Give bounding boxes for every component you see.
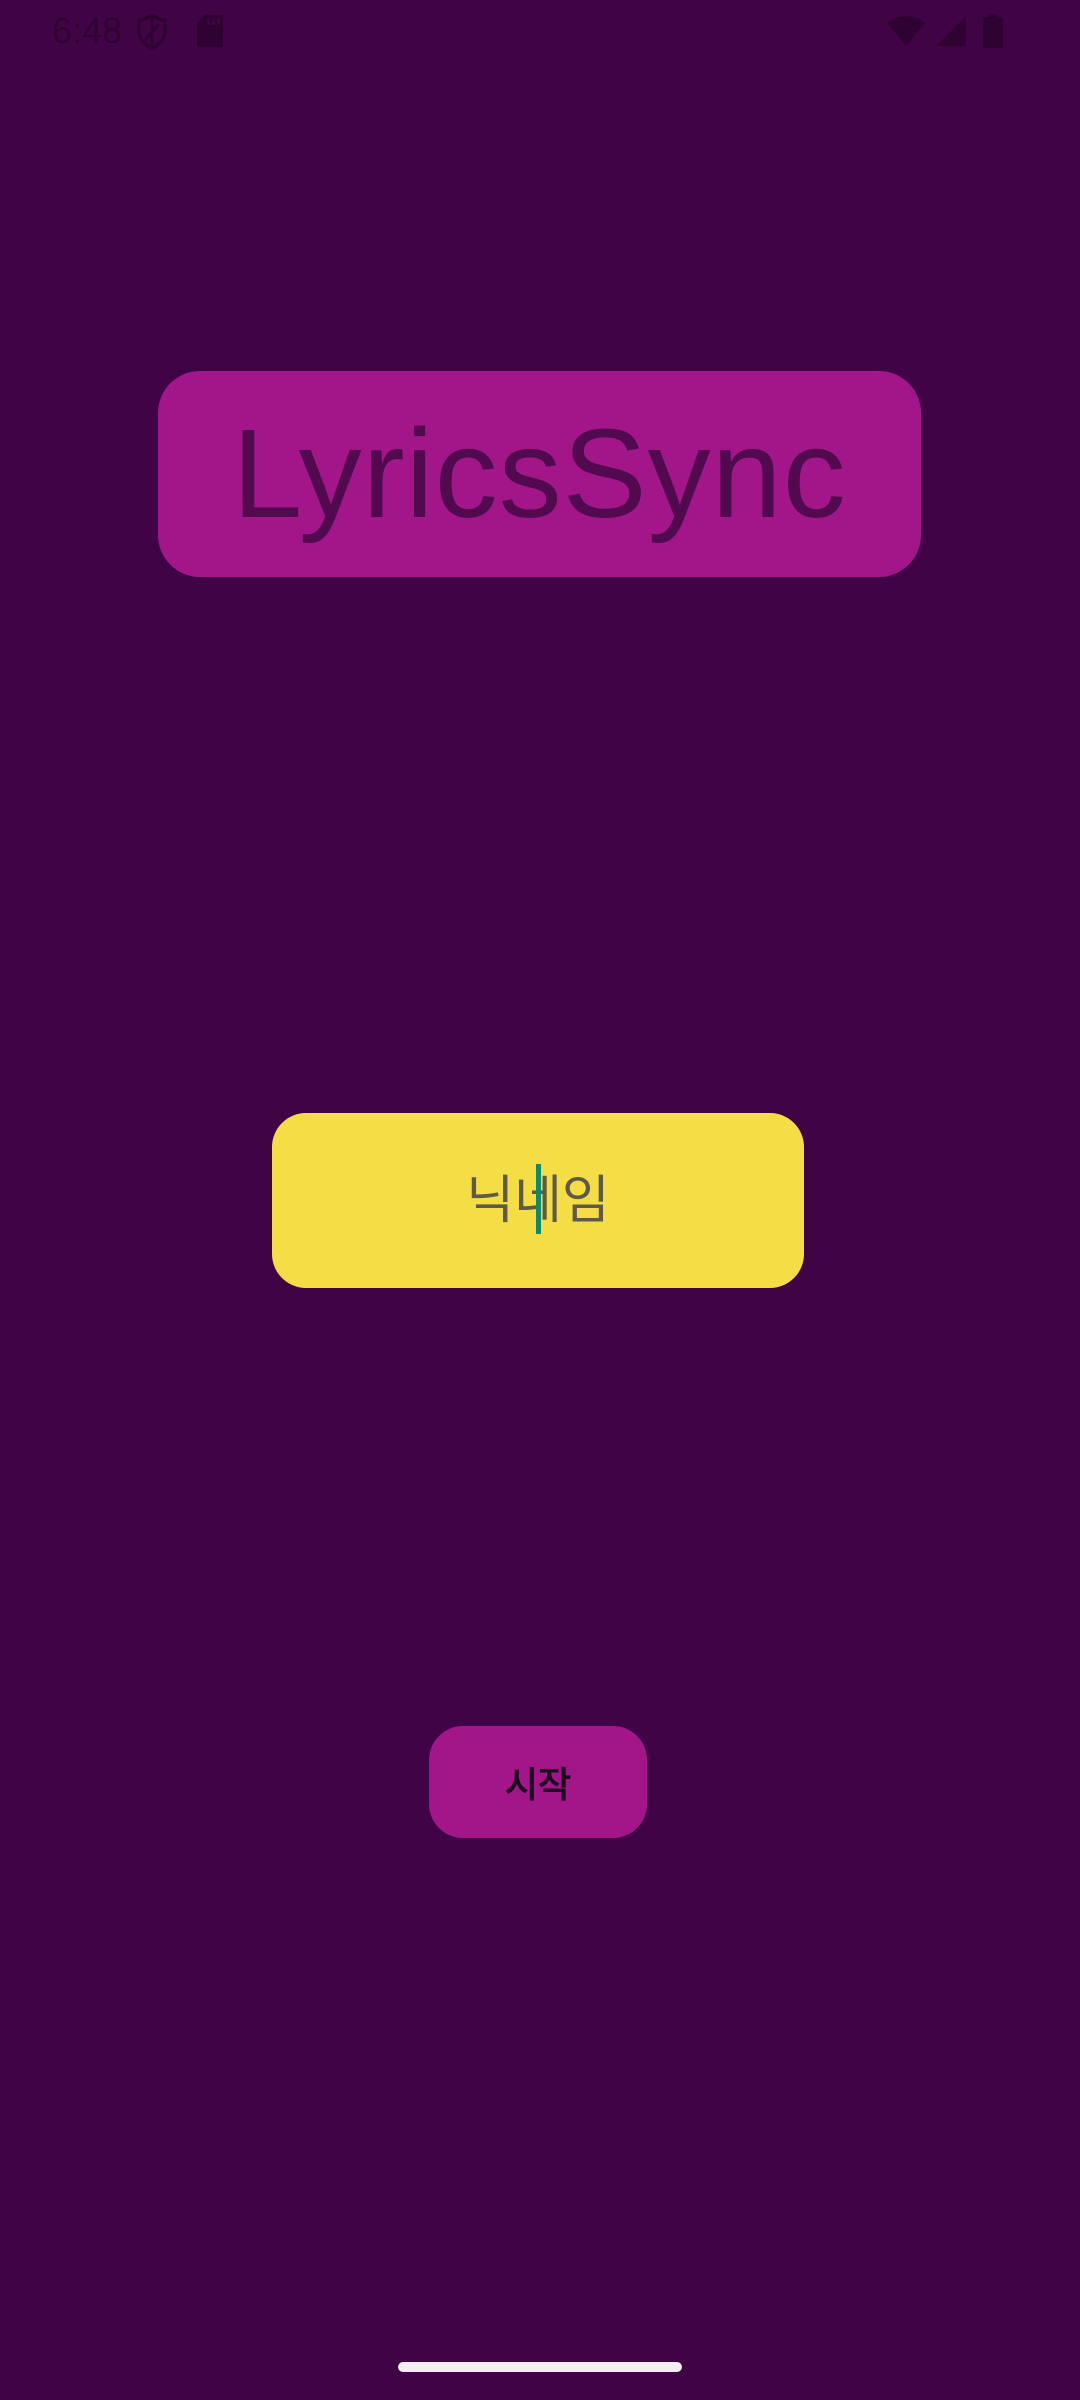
battery-icon <box>982 14 1004 48</box>
start-button-label: 시작 <box>504 1765 572 1806</box>
app-screen: 6:48 LyricsSync 닉네임 시작 <box>0 0 1080 2400</box>
shield-icon <box>136 14 168 50</box>
app-title-card: LyricsSync <box>158 371 921 577</box>
gesture-nav-handle[interactable] <box>398 2362 682 2372</box>
text-cursor <box>536 1164 541 1234</box>
sd-card-icon <box>196 14 224 48</box>
status-bar: 6:48 <box>0 0 1080 64</box>
status-time: 6:48 <box>52 10 123 51</box>
wifi-icon <box>886 14 926 48</box>
app-title: LyricsSync <box>232 403 847 544</box>
signal-icon <box>934 14 968 48</box>
start-button[interactable]: 시작 <box>429 1726 647 1838</box>
